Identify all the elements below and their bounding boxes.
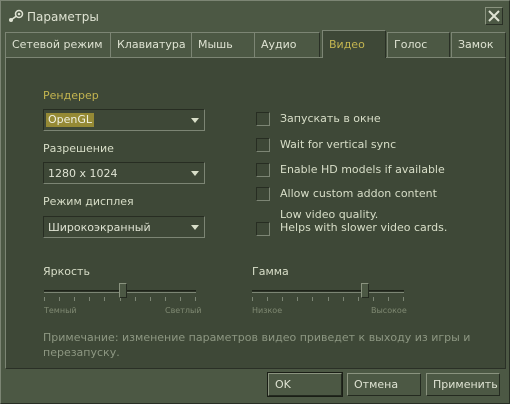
gamma-slider-tick	[282, 297, 283, 301]
gamma-min-label: Низкое	[252, 306, 283, 315]
chevron-down-icon	[191, 225, 199, 230]
window-title: Параметры	[27, 10, 99, 24]
gamma-slider-tick	[358, 297, 359, 301]
resolution-value: 1280 x 1024	[48, 167, 118, 180]
tab-voice[interactable]: Голос	[387, 32, 450, 57]
display-mode-label: Режим дисплея	[43, 195, 134, 208]
options-dialog: Параметры Сетевой режим Клавиатура Мышь …	[0, 0, 510, 404]
low-quality-label-line2: Helps with slower video cards.	[280, 221, 448, 234]
close-button[interactable]	[485, 7, 503, 25]
brightness-slider-tick	[104, 297, 105, 301]
gamma-slider-tick	[388, 297, 389, 301]
steam-icon	[9, 9, 24, 22]
brightness-slider-tick	[165, 297, 166, 301]
brightness-slider-tick	[89, 297, 90, 301]
brightness-slider-tick	[74, 297, 75, 301]
brightness-slider-tick	[135, 297, 136, 301]
video-note: Примечание: изменение параметров видео п…	[43, 331, 471, 359]
chevron-down-icon	[191, 171, 199, 176]
vsync-label: Wait for vertical sync	[280, 138, 397, 151]
title-bar[interactable]: Параметры	[1, 1, 509, 31]
cancel-button[interactable]: Отмена	[347, 373, 421, 396]
brightness-slider-tick	[180, 297, 181, 301]
gamma-slider-tick	[343, 297, 344, 301]
gamma-max-label: Высокое	[371, 306, 407, 315]
resolution-label: Разрешение	[43, 142, 114, 155]
renderer-value: OpenGL	[46, 113, 95, 127]
gamma-slider-tick	[297, 297, 298, 301]
gamma-slider-tick	[328, 297, 329, 301]
windowed-checkbox[interactable]	[256, 112, 270, 126]
custom-addon-label: Allow custom addon content	[280, 187, 437, 200]
gamma-label: Гамма	[252, 265, 289, 278]
windowed-label: Запускать в окне	[280, 112, 381, 125]
low-quality-checkbox[interactable]	[256, 222, 270, 236]
brightness-slider-thumb[interactable]	[119, 283, 127, 298]
gamma-slider-tick	[403, 297, 404, 301]
tab-network[interactable]: Сетевой режим	[5, 32, 111, 57]
brightness-min-label: Темный	[44, 306, 77, 315]
gamma-slider-tick	[267, 297, 268, 301]
close-icon	[488, 10, 500, 22]
renderer-select[interactable]: OpenGL	[43, 109, 205, 131]
tab-video[interactable]: Видео	[322, 30, 386, 58]
gamma-slider-tick	[252, 297, 253, 301]
brightness-slider-tick	[150, 297, 151, 301]
gamma-slider-tick	[373, 297, 374, 301]
brightness-max-label: Светлый	[165, 306, 202, 315]
hd-models-checkbox[interactable]	[256, 163, 270, 177]
apply-button[interactable]: Применить	[426, 373, 500, 396]
brightness-slider-tick	[195, 297, 196, 301]
gamma-slider-track[interactable]	[252, 290, 404, 293]
ok-button[interactable]: OK	[267, 372, 343, 397]
vsync-checkbox[interactable]	[256, 138, 270, 152]
renderer-label: Рендерер	[43, 89, 99, 102]
display-mode-select[interactable]: Широкоэкранный	[43, 216, 205, 238]
hd-models-label: Enable HD models if available	[280, 163, 445, 176]
chevron-down-icon	[191, 118, 199, 123]
gamma-slider-tick	[312, 297, 313, 301]
tab-audio[interactable]: Аудио	[254, 32, 320, 57]
brightness-slider-tick	[59, 297, 60, 301]
brightness-slider-tick	[44, 297, 45, 301]
display-mode-value: Широкоэкранный	[48, 221, 151, 234]
low-quality-label: Low video quality.	[280, 208, 379, 221]
custom-addon-checkbox[interactable]	[256, 187, 270, 201]
tab-mouse[interactable]: Мышь	[191, 32, 255, 57]
tab-keyboard[interactable]: Клавиатура	[110, 32, 192, 57]
tab-lock[interactable]: Замок	[451, 32, 506, 57]
resolution-select[interactable]: 1280 x 1024	[43, 162, 205, 184]
brightness-label: Яркость	[43, 265, 90, 278]
video-panel	[5, 57, 506, 369]
gamma-slider-thumb[interactable]	[361, 283, 369, 298]
